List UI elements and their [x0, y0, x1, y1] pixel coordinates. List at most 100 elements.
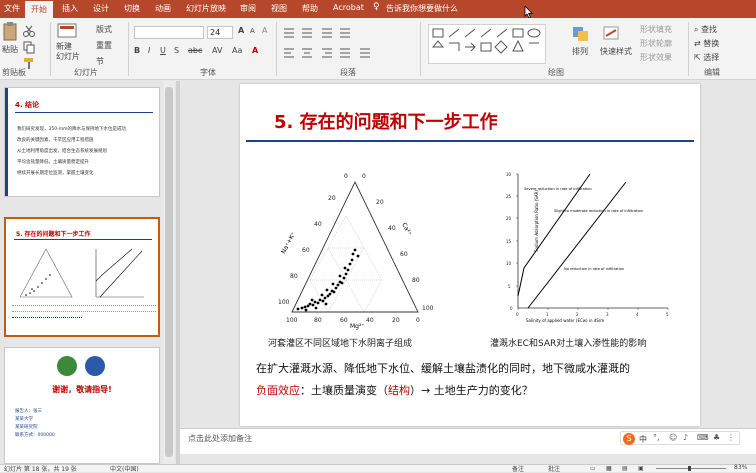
ime-voice-icon[interactable]: ♪ — [683, 433, 688, 442]
tab-acrobat[interactable]: Acrobat — [333, 3, 364, 12]
thumb-thanks: 谢谢，敬请指导! — [52, 385, 112, 394]
tab-view[interactable]: 视图 — [271, 3, 287, 14]
ime-punctuation-icon[interactable]: °, — [653, 433, 660, 442]
tab-transitions[interactable]: 切换 — [124, 3, 140, 14]
ime-skin-icon[interactable]: ♣ — [713, 433, 720, 442]
thumb-line: 继续开展长期定位监测，掌握土壤变化 — [17, 171, 94, 176]
tab-review[interactable]: 审阅 — [240, 3, 256, 14]
fig2-ytick: 10 — [506, 261, 512, 266]
reset-button[interactable]: 重置 — [96, 40, 112, 51]
thumb-title: 5. 存在的问题和下一步工作 — [16, 231, 91, 238]
tab-animations[interactable]: 动画 — [155, 3, 171, 14]
cut-icon[interactable] — [22, 24, 36, 38]
tab-home[interactable]: 开始 — [25, 1, 53, 18]
status-bar: 幻灯片 第 18 张，共 19 张 中文(中国) 备注 批注 ▭ ▦ ▤ ▣ 8… — [0, 464, 756, 473]
zoom-slider[interactable] — [656, 468, 726, 469]
thumbnail-slide-18[interactable]: 5. 存在的问题和下一步工作 — [4, 217, 160, 337]
thumbnail-slide-17[interactable]: 4. 结论 我们研究发现，350-mm的降水与保持地下水位是成功 改良的关键因素… — [4, 87, 160, 197]
slideshow-view-icon[interactable]: ▣ — [638, 465, 644, 472]
tab-design[interactable]: 设计 — [93, 3, 109, 14]
group-clipboard: 剪贴板 — [2, 68, 26, 77]
underline-button[interactable]: U — [160, 46, 166, 55]
thumb-contact: 报告人：张三 某某大学 某某研究院 联系方式：000000 — [15, 408, 55, 440]
quick-styles-button[interactable]: 快速样式 — [600, 24, 632, 64]
thumb-line: 改良的关键因素，干旱区应用工程措施 — [17, 138, 94, 143]
tab-insert[interactable]: 插入 — [62, 3, 78, 14]
figure2-caption: 灌溉水EC和SAR对土壤入渗性能的影响 — [490, 339, 647, 349]
font-color-button[interactable]: A — [252, 46, 258, 55]
shape-fill-button[interactable]: 形状填充 — [640, 24, 672, 35]
pane-splitter[interactable] — [176, 81, 180, 464]
fig2-ylabel: Sodium Adsorption Ratio (SAR) — [534, 190, 539, 252]
copy-icon[interactable] — [22, 40, 36, 54]
tri-label-right: Ca²⁺ — [400, 222, 412, 237]
slide-body-line2[interactable]: 负面效应：土壤质量演变（结构）→ 土地生产力的变化？ — [256, 382, 696, 398]
tri-tick: 40 — [388, 225, 396, 232]
font-name-select[interactable] — [134, 26, 204, 39]
shape-effects-button[interactable]: 形状效果 — [640, 52, 672, 63]
ime-menu-icon[interactable]: ⋮ — [727, 433, 735, 442]
ime-keyboard-icon[interactable]: ⌨ — [697, 433, 709, 442]
slide-body-line1[interactable]: 在扩大灌溉水源、降低地下水位、缓解土壤盐渍化的同时，地下微咸水灌溉的 — [256, 360, 696, 376]
zoom-slider-thumb[interactable] — [688, 466, 691, 471]
font-size-select[interactable]: 24 — [207, 26, 233, 39]
thumbnail-slide-19[interactable]: 谢谢，敬请指导! 报告人：张三 某某大学 某某研究院 联系方式：000000 — [4, 347, 160, 464]
fig2-ytick: 15 — [506, 239, 512, 244]
spacing-button[interactable]: AV — [212, 46, 222, 55]
fig2-xtick: 4 — [636, 312, 639, 317]
arrange-button[interactable]: 排列 — [570, 24, 598, 64]
thumbnail-scrollbar[interactable] — [163, 81, 175, 464]
bold-button[interactable]: B — [134, 46, 140, 55]
quick-styles-icon — [603, 26, 619, 40]
reading-view-icon[interactable]: ▤ — [622, 465, 628, 472]
slide-canvas[interactable]: 5. 存在的问题和下一步工作 Na⁺+K⁺ Ca²⁺ Mg²⁺ 100 80 6… — [240, 84, 700, 426]
ime-toolbar[interactable]: S 中 °, ☺ ♪ ⌨ ♣ ⋮ — [620, 431, 740, 445]
separator — [276, 22, 277, 76]
fig2-ytick: 0 — [510, 306, 513, 311]
italic-button[interactable]: I — [148, 46, 150, 55]
replace-button[interactable]: ⇄ 替换 — [694, 38, 719, 49]
group-drawing: 绘图 — [548, 68, 564, 77]
tab-slideshow[interactable]: 幻灯片放映 — [186, 3, 226, 14]
tab-help[interactable]: 帮助 — [302, 3, 318, 14]
none-boundary-line — [527, 181, 627, 309]
body-text: ：土壤质量演变（ — [300, 384, 388, 397]
sorter-view-icon[interactable]: ▦ — [606, 465, 612, 472]
paragraph-list-icons[interactable] — [282, 26, 412, 40]
increase-font-icon[interactable]: A — [238, 26, 244, 35]
thumb-line: 我们研究发现，350-mm的降水与保持地下水位是成功 — [17, 127, 126, 132]
zoom-level[interactable]: 83% — [734, 464, 747, 471]
logo-right — [85, 356, 105, 376]
normal-view-icon[interactable]: ▭ — [590, 465, 596, 472]
section-button[interactable]: 节 — [96, 56, 104, 67]
shapes-gallery[interactable] — [428, 24, 546, 64]
shape-outline-button[interactable]: 形状轮廓 — [640, 38, 672, 49]
paste-button[interactable]: 粘贴 — [2, 22, 18, 58]
tri-tick: 60 — [302, 247, 310, 254]
clipboard-icon — [3, 22, 17, 41]
decrease-font-icon[interactable]: A — [250, 27, 255, 35]
slide-title[interactable]: 5. 存在的问题和下一步工作 — [274, 108, 498, 134]
find-button[interactable]: ⌕ 查找 — [694, 24, 717, 35]
ime-language[interactable]: 中 — [639, 434, 647, 445]
separator — [50, 22, 51, 76]
tri-tick: 40 — [366, 317, 374, 324]
new-slide-button[interactable]: 新建 幻灯片 — [56, 22, 80, 62]
fig2-ytick: 25 — [506, 194, 512, 199]
ec-sar-figure: 30 25 20 15 10 5 0 0 1 2 3 4 5 Sodium Ad… — [506, 172, 669, 323]
paragraph-align-icons[interactable] — [282, 46, 412, 60]
clear-format-icon[interactable]: A — [262, 26, 267, 35]
tab-file[interactable]: 文件 — [4, 3, 20, 14]
ime-emoji-icon[interactable]: ☺ — [669, 433, 677, 442]
scrollbar-thumb[interactable] — [165, 87, 173, 457]
notes-pane[interactable]: 点击此处添加备注 S 中 °, ☺ ♪ ⌨ ♣ ⋮ — [180, 428, 756, 454]
shadow-button[interactable]: S — [174, 46, 179, 55]
structure-text: 结构 — [388, 384, 410, 397]
case-button[interactable]: Aa — [232, 46, 242, 55]
tri-tick: 80 — [314, 317, 322, 324]
tell-me-box[interactable]: 告诉我你想要做什么 — [386, 3, 458, 14]
layout-button[interactable]: 版式 — [96, 24, 112, 35]
thumb-line: 某某大学 — [15, 417, 33, 422]
strikethrough-button[interactable]: abc — [188, 46, 202, 55]
select-button[interactable]: ⇱ 选择 — [694, 52, 719, 63]
